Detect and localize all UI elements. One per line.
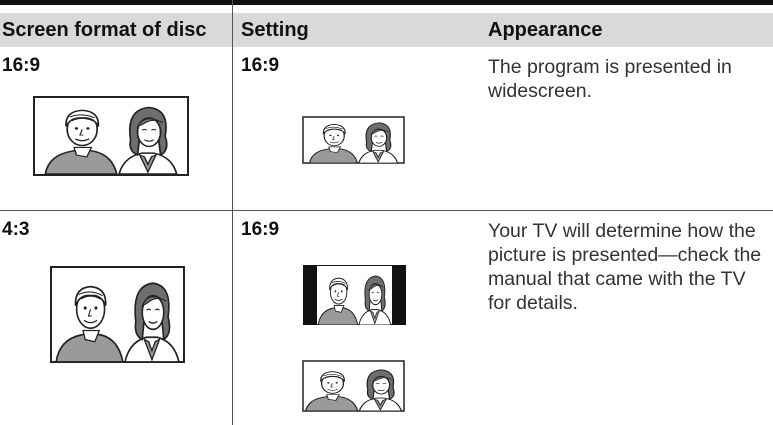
row-divider [0,210,773,211]
row2-appearance: Your TV will determine how the picture i… [488,220,762,314]
header-format: Screen format of disc [2,19,207,41]
column-divider [232,0,233,425]
pillarbox-couple-image [303,265,406,325]
row1-appearance: The program is presented in widescreen. [488,56,732,102]
widescreen-couple-image [33,96,189,176]
header-appearance: Appearance [488,19,603,41]
stretched-couple-image [302,360,405,412]
header-setting: Setting [241,19,309,41]
widescreen-couple-image [302,116,405,164]
row2-format: 4:3 [2,219,30,240]
top-rule [0,0,773,5]
row1-setting: 16:9 [241,55,280,76]
standard-couple-image [50,266,185,363]
row2-setting: 16:9 [241,219,280,240]
row1-format: 16:9 [2,55,41,76]
